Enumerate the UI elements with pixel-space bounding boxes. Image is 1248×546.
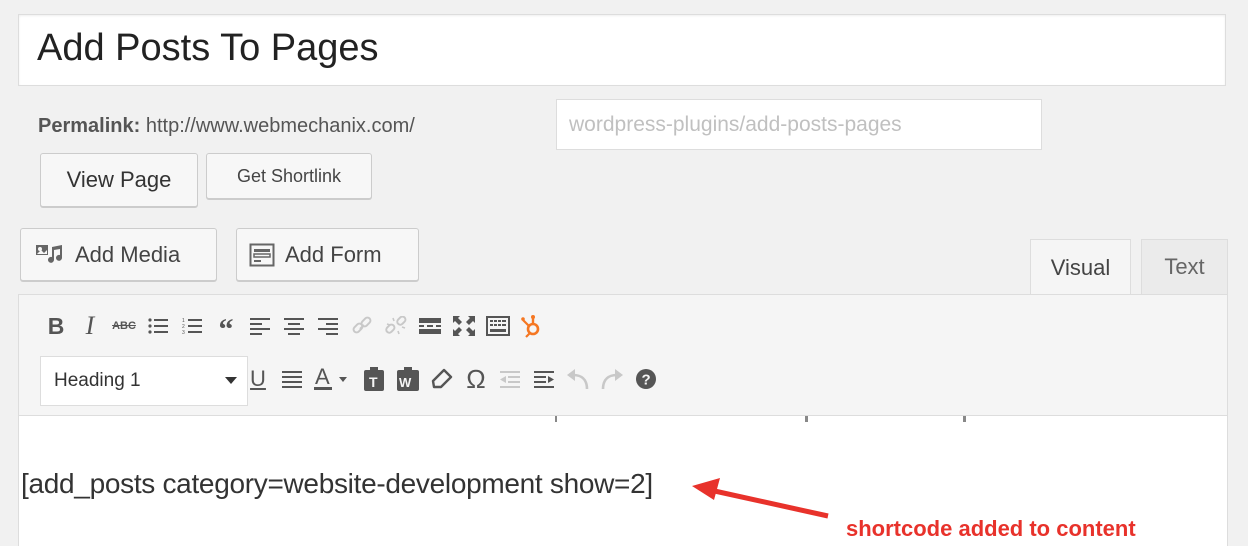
svg-text:?: ? — [642, 372, 651, 389]
editor-shortcode-text[interactable]: [add_posts category=website-development … — [21, 468, 653, 500]
clipped-text-remnant — [555, 416, 966, 422]
numbered-list-icon[interactable]: 123 — [175, 309, 209, 343]
fullscreen-icon[interactable] — [447, 309, 481, 343]
svg-text:3: 3 — [182, 330, 185, 335]
help-icon[interactable]: ? — [629, 362, 663, 396]
post-title-field[interactable]: Add Posts To Pages — [18, 14, 1226, 86]
permalink-label: Permalink: http://www.webmechanix.com/ — [38, 115, 415, 138]
toolbar-row-2: U A T W Ω ? — [241, 355, 663, 403]
add-media-icon — [35, 244, 65, 266]
annotation-label: shortcode added to content — [846, 516, 1136, 541]
outdent-icon[interactable] — [493, 362, 527, 396]
read-more-icon[interactable] — [413, 309, 447, 343]
align-center-icon[interactable] — [277, 309, 311, 343]
view-page-label: View Page — [66, 167, 172, 192]
add-media-button[interactable]: Add Media — [20, 228, 217, 281]
editor-toolbar: B I ABC 123 “ Heading 1 U A T W Ω ? — [18, 294, 1228, 416]
paste-as-text-icon[interactable]: T — [357, 362, 391, 396]
add-form-label: Add Form — [285, 241, 382, 267]
tab-text[interactable]: Text — [1141, 239, 1228, 294]
permalink-slug-field[interactable] — [556, 99, 1042, 150]
undo-icon[interactable] — [561, 362, 595, 396]
format-select[interactable]: Heading 1 — [40, 356, 248, 406]
text-color-icon[interactable]: A — [309, 362, 357, 396]
add-form-button[interactable]: Add Form — [236, 228, 419, 281]
align-right-icon[interactable] — [311, 309, 345, 343]
strikethrough-icon[interactable]: ABC — [107, 309, 141, 343]
post-title[interactable]: Add Posts To Pages — [37, 27, 379, 70]
get-shortlink-button[interactable]: Get Shortlink — [206, 153, 372, 199]
underline-icon[interactable]: U — [241, 362, 275, 396]
add-media-label: Add Media — [75, 241, 181, 267]
hubspot-icon[interactable] — [515, 309, 549, 343]
get-shortlink-label: Get Shortlink — [236, 165, 342, 186]
toolbar-row-1: B I ABC 123 “ — [39, 309, 549, 346]
paste-from-word-icon[interactable]: W — [391, 362, 425, 396]
chevron-down-icon — [225, 377, 237, 384]
tab-visual[interactable]: Visual — [1030, 239, 1131, 295]
bold-icon[interactable]: B — [39, 309, 73, 343]
align-left-icon[interactable] — [243, 309, 277, 343]
permalink-slug-input[interactable] — [557, 100, 1041, 149]
svg-text:A: A — [315, 367, 330, 389]
permalink-label-text: Permalink: — [38, 115, 141, 137]
blockquote-icon[interactable]: “ — [209, 305, 243, 347]
format-select-value: Heading 1 — [54, 370, 141, 391]
redo-icon[interactable] — [595, 362, 629, 396]
remove-link-icon[interactable] — [379, 309, 413, 343]
special-character-icon[interactable]: Ω — [459, 362, 493, 396]
toolbar-toggle-icon[interactable] — [481, 309, 515, 343]
justify-icon[interactable] — [275, 362, 309, 396]
italic-icon[interactable]: I — [73, 309, 107, 343]
tab-visual-label: Visual — [1050, 254, 1111, 280]
svg-text:T: T — [369, 374, 378, 390]
svg-text:W: W — [399, 375, 412, 390]
view-page-button[interactable]: View Page — [40, 153, 198, 207]
tab-text-label: Text — [1164, 254, 1205, 279]
insert-link-icon[interactable] — [345, 309, 379, 343]
annotation-arrow-icon — [692, 478, 829, 519]
permalink-base-url: http://www.webmechanix.com/ — [145, 115, 415, 137]
clear-formatting-icon[interactable] — [425, 362, 459, 396]
add-form-icon — [249, 243, 275, 267]
indent-icon[interactable] — [527, 362, 561, 396]
bulleted-list-icon[interactable] — [141, 309, 175, 343]
